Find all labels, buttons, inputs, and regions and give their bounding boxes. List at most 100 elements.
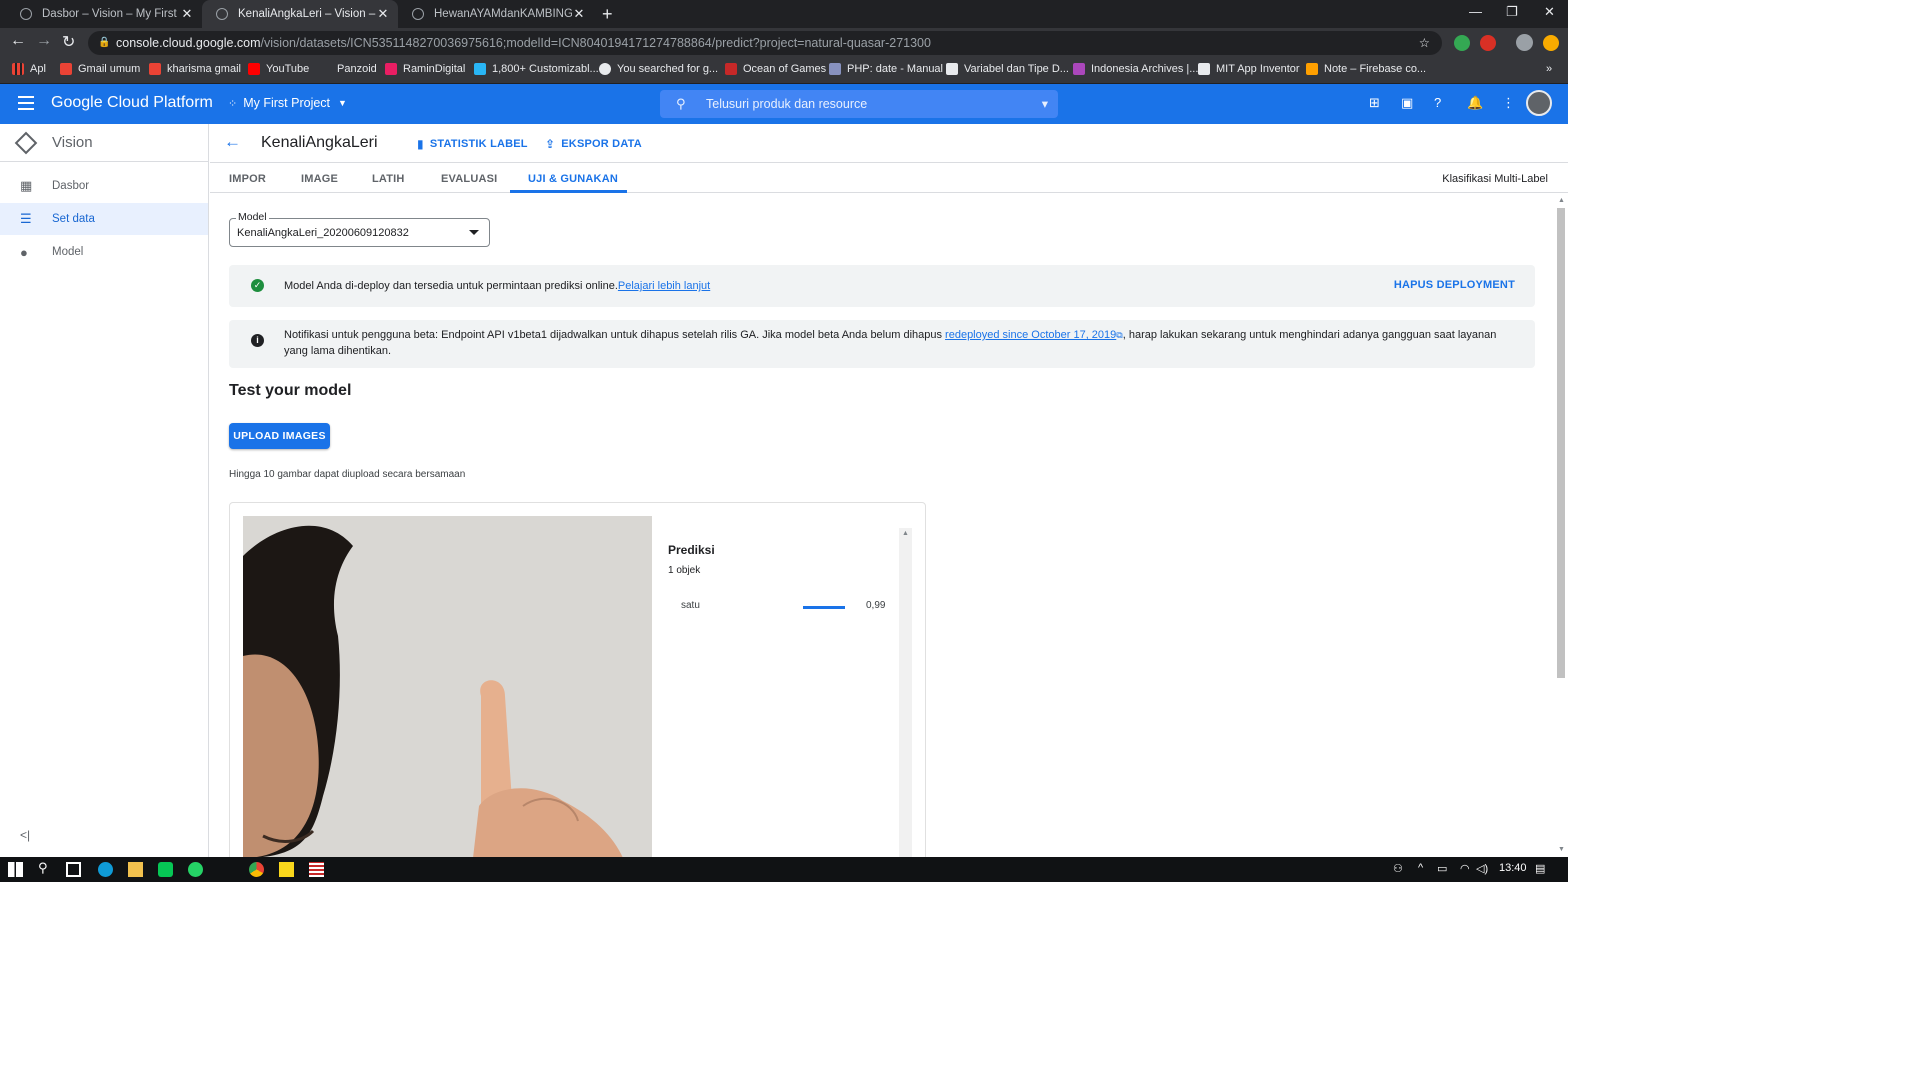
bookmark-item[interactable]: 1,800+ Customizabl... xyxy=(474,63,599,75)
url-path: /vision/datasets/ICN5351148270036975616;… xyxy=(260,36,931,50)
dashboard-icon: ▦ xyxy=(20,178,33,193)
menu-icon[interactable] xyxy=(18,96,34,114)
sidebar-item-model[interactable]: ● Model xyxy=(0,236,208,268)
bookmark-item[interactable]: You searched for g... xyxy=(599,63,718,75)
tab-uji-gunakan[interactable]: UJI & GUNAKAN xyxy=(528,173,618,185)
update-indicator-icon[interactable] xyxy=(1543,35,1559,51)
sticky-notes-icon[interactable] xyxy=(279,862,294,877)
line-app-icon[interactable] xyxy=(158,862,173,877)
volume-icon[interactable]: ◁) xyxy=(1476,862,1488,875)
adblock-extension-icon[interactable] xyxy=(1480,35,1496,51)
more-vert-icon[interactable]: ⋮ xyxy=(1502,95,1515,111)
project-selector[interactable]: ⁘ My First Project ▼ xyxy=(228,96,347,110)
close-window-icon[interactable]: ✕ xyxy=(1544,4,1555,20)
extension-icon[interactable] xyxy=(1454,35,1470,51)
lightbulb-icon: ● xyxy=(20,244,28,260)
notifications-center-icon[interactable]: ▤ xyxy=(1535,862,1545,875)
prediction-count: 1 objek xyxy=(668,565,701,576)
tab-evaluasi[interactable]: EVALUASI xyxy=(441,173,497,185)
bookmark-item[interactable]: Note – Firebase co... xyxy=(1306,63,1426,75)
bookmark-item[interactable]: Variabel dan Tipe D... xyxy=(946,63,1069,75)
battery-icon[interactable]: ▭ xyxy=(1437,862,1447,875)
close-tab-icon[interactable]: ✕ xyxy=(180,6,194,22)
page-scrollbar[interactable]: ▲ ▼ xyxy=(1554,196,1568,857)
model-select[interactable]: Model KenaliAngkaLeri_20200609120832 xyxy=(229,211,490,247)
redeploy-link[interactable]: redeployed since October 17, 2019 xyxy=(945,329,1116,341)
gift-icon[interactable]: ⊞ xyxy=(1369,95,1380,111)
bookmark-item[interactable]: Indonesia Archives |... xyxy=(1073,63,1198,75)
bookmark-item[interactable]: PHP: date - Manual xyxy=(829,63,943,75)
notifications-icon[interactable]: 🔔 xyxy=(1467,95,1483,111)
avatar[interactable] xyxy=(1526,90,1552,116)
back-arrow-icon[interactable]: ← xyxy=(224,132,241,152)
bookmark-item[interactable]: kharisma gmail xyxy=(149,63,241,75)
scrollbar-thumb[interactable] xyxy=(1557,208,1565,678)
search-input[interactable]: ⚲ Telusuri produk dan resource ▾ xyxy=(660,90,1058,118)
scroll-up-icon[interactable]: ▲ xyxy=(902,530,909,537)
collapse-nav-icon[interactable]: <| xyxy=(20,828,30,842)
file-explorer-icon[interactable] xyxy=(128,862,143,877)
task-view-icon[interactable] xyxy=(66,862,81,877)
learn-more-link[interactable]: Pelajari lebih lanjut xyxy=(618,280,710,292)
windows-start-icon[interactable] xyxy=(8,862,23,877)
edge-icon[interactable] xyxy=(98,862,113,877)
tab-impor[interactable]: IMPOR xyxy=(229,173,266,185)
bookmark-label: Ocean of Games xyxy=(743,63,827,75)
bookmark-label: Note – Firebase co... xyxy=(1324,63,1427,75)
sidebar-item-set-data[interactable]: ☰ Set data xyxy=(0,203,208,235)
tab-latih[interactable]: LATIH xyxy=(372,173,405,185)
chevron-down-icon[interactable]: ▾ xyxy=(1042,90,1048,118)
statistik-label-button[interactable]: ▮ STATISTIK LABEL xyxy=(417,137,528,151)
vision-logo-icon xyxy=(14,131,38,155)
whatsapp-icon[interactable] xyxy=(188,862,203,877)
bookmark-star-icon[interactable]: ☆ xyxy=(1419,31,1430,55)
close-tab-icon[interactable]: ✕ xyxy=(572,6,586,22)
more-bookmarks-icon[interactable]: » xyxy=(1546,63,1552,75)
bookmark-apps[interactable]: Apl xyxy=(12,63,46,75)
back-icon[interactable]: ← xyxy=(10,32,26,50)
firebase-icon xyxy=(1306,63,1318,75)
bookmark-item[interactable]: Panzoid xyxy=(319,63,377,75)
prediction-score: 0,99 xyxy=(866,600,886,611)
new-tab-icon[interactable]: + xyxy=(602,4,613,25)
browser-tab[interactable]: Dasbor – Vision – My First Projec ✕ xyxy=(6,0,202,28)
scroll-up-icon[interactable]: ▲ xyxy=(1558,197,1565,204)
close-tab-icon[interactable]: ✕ xyxy=(376,6,390,22)
reload-icon[interactable]: ↻ xyxy=(62,32,75,52)
browser-tab-active[interactable]: KenaliAngkaLeri – Vision – My Fir ✕ xyxy=(202,0,398,28)
search-icon[interactable]: ⚲ xyxy=(38,860,48,876)
ekspor-data-button[interactable]: ⇪ EKSPOR DATA xyxy=(545,137,642,151)
url-input[interactable]: 🔒 console.cloud.google.com/vision/datase… xyxy=(88,31,1442,55)
cloud-shell-icon[interactable]: ▣ xyxy=(1401,95,1413,111)
tab-image[interactable]: IMAGE xyxy=(301,173,338,185)
restore-icon[interactable]: ❐ xyxy=(1506,4,1518,20)
gmail-icon xyxy=(149,63,161,75)
minimize-icon[interactable]: — xyxy=(1469,4,1482,19)
button-label: STATISTIK LABEL xyxy=(429,138,528,150)
bookmark-item[interactable]: Ocean of Games xyxy=(725,63,826,75)
chrome-icon[interactable] xyxy=(249,862,264,877)
chevron-up-icon[interactable]: ^ xyxy=(1418,862,1423,874)
sidebar-item-dasbor[interactable]: ▦ Dasbor xyxy=(0,170,208,202)
gcp-logo-title[interactable]: Google Cloud Platform xyxy=(51,94,213,112)
bookmark-item[interactable]: MIT App Inventor xyxy=(1198,63,1300,75)
help-icon[interactable]: ? xyxy=(1434,95,1441,110)
browser-tab[interactable]: HewanAYAMdanKAMBING – Visi ✕ xyxy=(398,0,594,28)
people-icon[interactable]: ⚇ xyxy=(1393,862,1403,875)
upload-images-button[interactable]: UPLOAD IMAGES xyxy=(229,423,330,449)
bookmark-item[interactable]: YouTube xyxy=(248,63,309,75)
bookmark-item[interactable]: RaminDigital xyxy=(385,63,465,75)
bookmark-item[interactable]: Gmail umum xyxy=(60,63,140,75)
browser-tab-title: HewanAYAMdanKAMBING – Visi xyxy=(434,8,572,20)
check-circle-icon: ✓ xyxy=(251,279,264,292)
undeploy-button[interactable]: HAPUS DEPLOYMENT xyxy=(1394,279,1515,291)
bookmark-label: Gmail umum xyxy=(78,63,141,75)
wifi-icon[interactable]: ◠ xyxy=(1460,862,1470,875)
forward-icon[interactable]: → xyxy=(36,32,52,50)
card-scrollbar[interactable]: ▲ xyxy=(899,528,912,858)
search-result-icon xyxy=(599,63,611,75)
profile-avatar-icon[interactable] xyxy=(1516,34,1533,51)
clock-time[interactable]: 13:40 xyxy=(1499,862,1527,874)
app-icon[interactable] xyxy=(309,862,324,877)
scroll-down-icon[interactable]: ▼ xyxy=(1558,846,1565,853)
